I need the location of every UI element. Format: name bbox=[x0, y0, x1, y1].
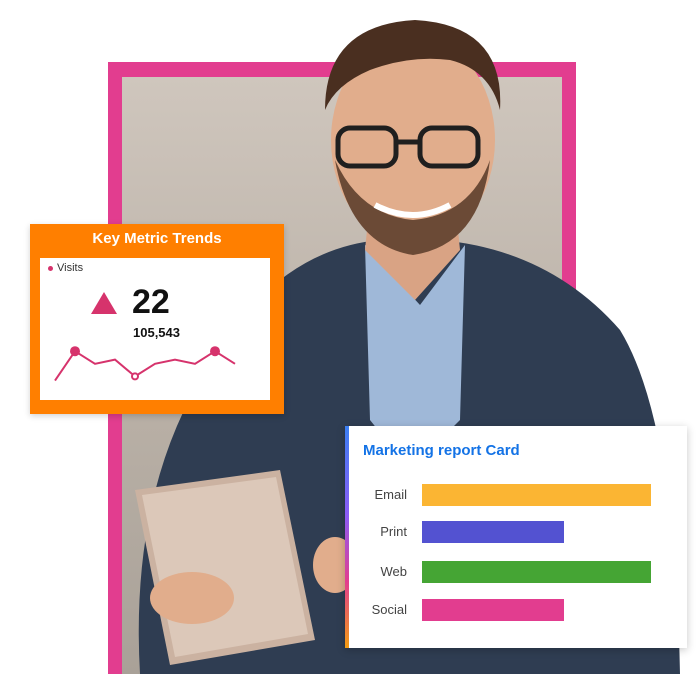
marketing-bar bbox=[422, 599, 564, 621]
visits-legend: Visits bbox=[48, 262, 83, 274]
visits-sparkline bbox=[54, 346, 236, 382]
sparkline-point bbox=[210, 346, 220, 357]
marketing-bar bbox=[422, 561, 651, 583]
legend-dot-icon bbox=[48, 265, 53, 271]
metric-subvalue: 105,543 bbox=[133, 325, 180, 340]
sparkline-line bbox=[54, 349, 236, 382]
legend-label: Visits bbox=[57, 262, 84, 274]
marketing-row-label: Print bbox=[380, 524, 407, 539]
marketing-card-title: Marketing report Card bbox=[363, 442, 520, 459]
marketing-row-label: Email bbox=[374, 487, 407, 502]
marketing-bar bbox=[422, 484, 651, 506]
sparkline-point bbox=[70, 346, 80, 357]
trend-up-arrow-icon bbox=[91, 292, 117, 314]
marketing-row-label: Social bbox=[371, 602, 407, 617]
key-metric-title: Key Metric Trends bbox=[92, 230, 222, 247]
marketing-row-label: Web bbox=[380, 564, 408, 579]
metric-value: 22 bbox=[132, 283, 170, 321]
sparkline-point bbox=[131, 372, 139, 381]
marketing-bar bbox=[422, 521, 564, 543]
